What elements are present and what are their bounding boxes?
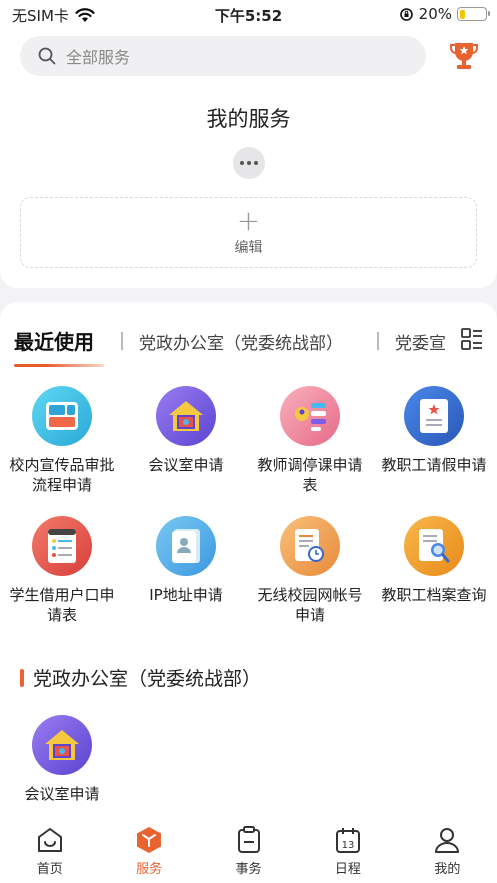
more-dots-button[interactable] [233,147,265,179]
status-right: 20% [399,5,490,23]
battery-percent: 20% [418,5,452,23]
group-title: 党政办公室（党委统战部） [33,668,262,690]
battery-icon [457,7,490,21]
board-icon [32,386,92,446]
edit-services-button[interactable]: + 编辑 [20,197,477,268]
plus-icon: + [236,203,261,237]
tab-divider [377,332,379,350]
app-label: 无线校园网帐号申请 [257,586,363,624]
house-icon [32,715,92,775]
profile-icon [435,828,460,853]
edit-label: 编辑 [234,239,263,256]
clipboard-icon [237,826,260,853]
app-staff-leave[interactable]: 教职工请假申请 [374,386,494,475]
search-placeholder: 全部服务 [66,48,131,67]
app-label: 教师调停课申请表 [257,456,363,494]
nav-home[interactable]: 首页 [0,823,99,883]
search-doc-icon [404,516,464,576]
nav-schedule[interactable]: 13 日程 [298,823,397,883]
tab-party-office[interactable]: 党政办公室（党委统战部） [139,329,343,354]
tab-party-publicity[interactable]: 党委宣 [395,329,446,354]
app-wifi-account[interactable]: 无线校园网帐号申请 [250,516,370,625]
my-services-panel: 全部服务 我的服务 + 编辑 [0,30,497,288]
group-accent-bar [20,668,24,687]
home-icon [37,828,62,852]
status-bar: 无SIM卡 下午5:52 20% [0,0,497,30]
app-publicity-approval[interactable]: 校内宣传品审批流程申请 [2,386,122,495]
nav-label: 首页 [36,862,63,877]
trophy-icon[interactable] [450,40,478,72]
app-staff-archive[interactable]: 教职工档案查询 [374,516,494,605]
svg-text:13: 13 [342,840,355,851]
app-class-reschedule[interactable]: 教师调停课申请表 [250,386,370,495]
app-household-borrow[interactable]: 学生借用户口申请表 [2,516,122,625]
app-ip-address[interactable]: IP地址申请 [126,516,246,605]
app-label: 会议室申请 [24,785,100,803]
category-tabs: 最近使用 党政办公室（党委统战部） 党委宣 [0,322,497,367]
services-panel: 最近使用 党政办公室（党委统战部） 党委宣 校内宣传品审批流程申请 会议室申请 [0,302,497,823]
house-icon [156,386,216,446]
my-services-title: 我的服务 [206,107,291,131]
app-label: 教职工档案查询 [381,586,487,604]
app-meeting-room[interactable]: 会议室申请 [2,715,122,804]
app-label: 会议室申请 [148,456,224,474]
tab-divider [121,332,123,350]
category-grid-icon[interactable] [460,327,484,351]
search-bar[interactable]: 全部服务 [20,36,426,76]
app-label: IP地址申请 [149,586,223,604]
calendar-icon: 13 [335,828,360,853]
active-tab-indicator [14,364,104,367]
nav-profile[interactable]: 我的 [398,823,497,883]
schedule-icon [280,386,340,446]
list-icon [32,516,92,576]
nav-label: 服务 [136,862,163,877]
tab-recent[interactable]: 最近使用 [14,326,94,355]
orientation-lock-icon [399,7,413,21]
app-label: 学生借用户口申请表 [9,586,115,624]
nav-label: 我的 [434,862,461,877]
search-icon [38,47,56,65]
app-label: 校内宣传品审批流程申请 [9,456,115,494]
id-card-icon [156,516,216,576]
app-meeting-room[interactable]: 会议室申请 [126,386,246,475]
nav-label: 事务 [235,862,262,877]
service-icon [137,827,162,853]
nav-label: 日程 [334,862,361,877]
doc-clock-icon [280,516,340,576]
group-header: 党政办公室（党委统战部） [20,664,261,691]
app-label: 教职工请假申请 [381,456,487,474]
nav-affairs[interactable]: 事务 [199,823,298,883]
bottom-nav: 首页 服务 事务 13 日程 我的 [0,823,497,883]
nav-service[interactable]: 服务 [99,823,198,883]
doc-star-icon [404,386,464,446]
